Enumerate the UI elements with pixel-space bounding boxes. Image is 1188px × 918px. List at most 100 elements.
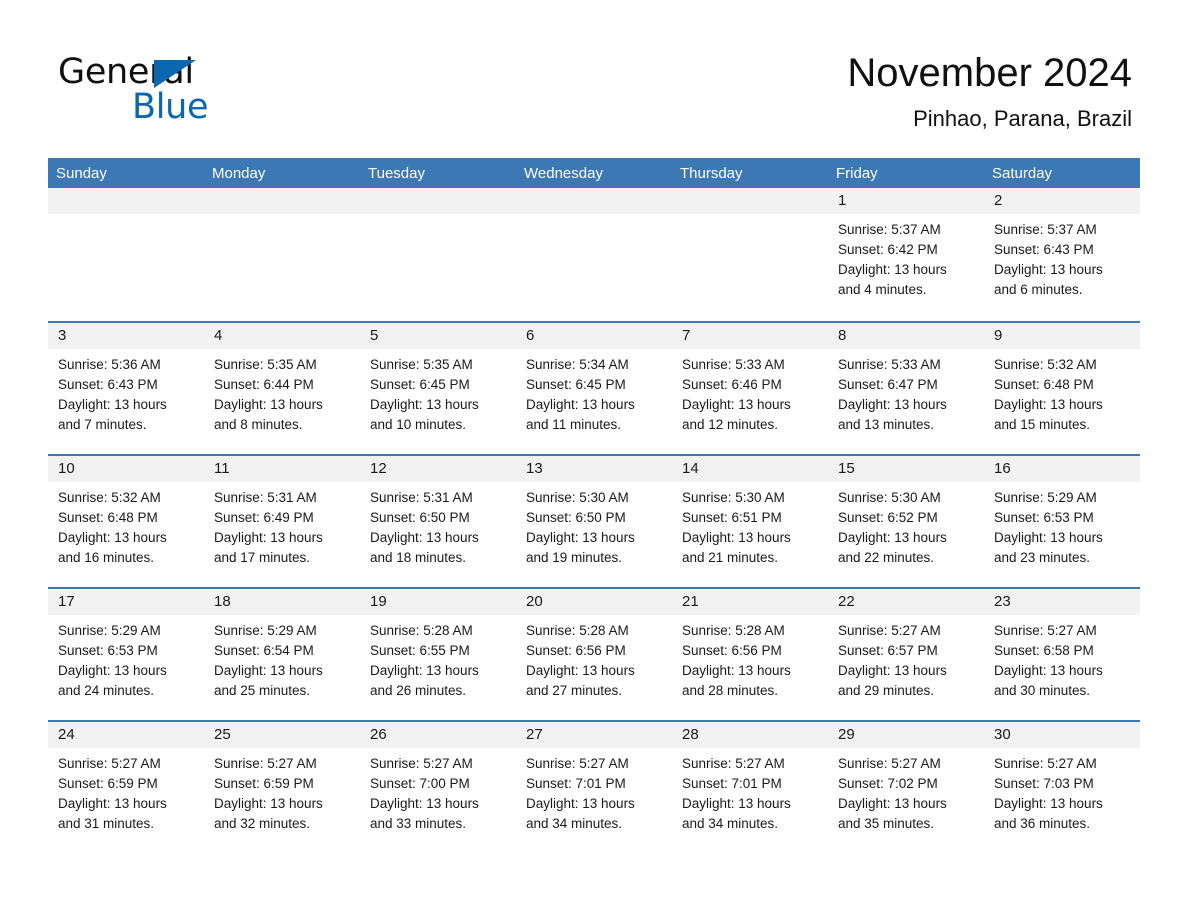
day-box[interactable]: 15 Sunrise: 5:30 AM Sunset: 6:52 PM Dayligh… <box>828 454 984 587</box>
empty-day-number-band <box>516 188 672 214</box>
day-box[interactable]: 5 Sunrise: 5:35 AM Sunset: 6:45 PM Daylight… <box>360 321 516 454</box>
daylight-text-line2: and 34 minutes. <box>682 816 779 831</box>
sunrise-text: Sunrise: 5:29 AM <box>58 623 161 638</box>
calendar-week-row: 24 Sunrise: 5:27 AM Sunset: 6:59 PM Dayligh… <box>48 720 1140 853</box>
daylight-text-line1: Daylight: 13 hours <box>214 796 323 811</box>
day-box[interactable]: 14 Sunrise: 5:30 AM Sunset: 6:51 PM Dayligh… <box>672 454 828 587</box>
day-box[interactable]: 16 Sunrise: 5:29 AM Sunset: 6:53 PM Dayligh… <box>984 454 1140 587</box>
sunset-text: Sunset: 6:45 PM <box>526 377 626 392</box>
day-number: 10 <box>48 456 204 482</box>
calendar-day-cell[interactable]: 9 Sunrise: 5:32 AM Sunset: 6:48 PM Daylight… <box>984 321 1140 454</box>
day-box[interactable]: 30 Sunrise: 5:27 AM Sunset: 7:03 PM Dayligh… <box>984 720 1140 853</box>
calendar-empty-cell <box>48 188 204 321</box>
calendar-empty-cell <box>360 188 516 321</box>
day-box[interactable]: 18 Sunrise: 5:29 AM Sunset: 6:54 PM Dayligh… <box>204 587 360 720</box>
calendar-day-cell[interactable]: 12 Sunrise: 5:31 AM Sunset: 6:50 PM Dayligh… <box>360 454 516 587</box>
calendar-day-cell[interactable]: 23 Sunrise: 5:27 AM Sunset: 6:58 PM Dayligh… <box>984 587 1140 720</box>
day-info: Sunrise: 5:30 AM Sunset: 6:51 PM Daylight:… <box>672 482 828 568</box>
day-number: 28 <box>672 722 828 748</box>
day-box[interactable]: 19 Sunrise: 5:28 AM Sunset: 6:55 PM Dayligh… <box>360 587 516 720</box>
day-box[interactable]: 6 Sunrise: 5:34 AM Sunset: 6:45 PM Daylight… <box>516 321 672 454</box>
day-info: Sunrise: 5:35 AM Sunset: 6:45 PM Daylight:… <box>360 349 516 435</box>
calendar-day-cell[interactable]: 10 Sunrise: 5:32 AM Sunset: 6:48 PM Dayligh… <box>48 454 204 587</box>
calendar-day-cell[interactable]: 21 Sunrise: 5:28 AM Sunset: 6:56 PM Dayligh… <box>672 587 828 720</box>
calendar-day-cell[interactable]: 26 Sunrise: 5:27 AM Sunset: 7:00 PM Dayligh… <box>360 720 516 853</box>
day-box[interactable]: 23 Sunrise: 5:27 AM Sunset: 6:58 PM Dayligh… <box>984 587 1140 720</box>
calendar-day-cell[interactable]: 2 Sunrise: 5:37 AM Sunset: 6:43 PM Daylight… <box>984 188 1140 321</box>
day-box[interactable]: 4 Sunrise: 5:35 AM Sunset: 6:44 PM Daylight… <box>204 321 360 454</box>
day-box[interactable]: 24 Sunrise: 5:27 AM Sunset: 6:59 PM Dayligh… <box>48 720 204 853</box>
sunrise-text: Sunrise: 5:28 AM <box>370 623 473 638</box>
day-box[interactable]: 8 Sunrise: 5:33 AM Sunset: 6:47 PM Daylight… <box>828 321 984 454</box>
day-number: 11 <box>204 456 360 482</box>
calendar-day-cell[interactable]: 6 Sunrise: 5:34 AM Sunset: 6:45 PM Daylight… <box>516 321 672 454</box>
calendar-day-cell[interactable]: 4 Sunrise: 5:35 AM Sunset: 6:44 PM Daylight… <box>204 321 360 454</box>
calendar-day-cell[interactable]: 8 Sunrise: 5:33 AM Sunset: 6:47 PM Daylight… <box>828 321 984 454</box>
daylight-text-line1: Daylight: 13 hours <box>214 530 323 545</box>
calendar-day-cell[interactable]: 3 Sunrise: 5:36 AM Sunset: 6:43 PM Daylight… <box>48 321 204 454</box>
sunset-text: Sunset: 6:46 PM <box>682 377 782 392</box>
day-box[interactable]: 1 Sunrise: 5:37 AM Sunset: 6:42 PM Daylight… <box>828 188 984 321</box>
calendar-day-cell[interactable]: 16 Sunrise: 5:29 AM Sunset: 6:53 PM Dayligh… <box>984 454 1140 587</box>
sunset-text: Sunset: 6:51 PM <box>682 510 782 525</box>
day-info: Sunrise: 5:30 AM Sunset: 6:52 PM Daylight:… <box>828 482 984 568</box>
day-box[interactable]: 10 Sunrise: 5:32 AM Sunset: 6:48 PM Dayligh… <box>48 454 204 587</box>
day-box[interactable]: 29 Sunrise: 5:27 AM Sunset: 7:02 PM Dayligh… <box>828 720 984 853</box>
calendar-day-cell[interactable]: 14 Sunrise: 5:30 AM Sunset: 6:51 PM Dayligh… <box>672 454 828 587</box>
calendar-day-cell[interactable]: 24 Sunrise: 5:27 AM Sunset: 6:59 PM Dayligh… <box>48 720 204 853</box>
empty-day-box <box>516 188 672 321</box>
calendar-day-cell[interactable]: 20 Sunrise: 5:28 AM Sunset: 6:56 PM Dayligh… <box>516 587 672 720</box>
day-box[interactable]: 20 Sunrise: 5:28 AM Sunset: 6:56 PM Dayligh… <box>516 587 672 720</box>
daylight-text-line2: and 4 minutes. <box>838 282 927 297</box>
calendar-week-row: 3 Sunrise: 5:36 AM Sunset: 6:43 PM Daylight… <box>48 321 1140 454</box>
day-number: 20 <box>516 589 672 615</box>
day-box[interactable]: 9 Sunrise: 5:32 AM Sunset: 6:48 PM Daylight… <box>984 321 1140 454</box>
daylight-text-line2: and 25 minutes. <box>214 683 311 698</box>
sunrise-text: Sunrise: 5:27 AM <box>214 756 317 771</box>
daylight-text-line2: and 15 minutes. <box>994 417 1091 432</box>
day-box[interactable]: 26 Sunrise: 5:27 AM Sunset: 7:00 PM Dayligh… <box>360 720 516 853</box>
calendar-day-cell[interactable]: 1 Sunrise: 5:37 AM Sunset: 6:42 PM Daylight… <box>828 188 984 321</box>
day-box[interactable]: 22 Sunrise: 5:27 AM Sunset: 6:57 PM Dayligh… <box>828 587 984 720</box>
calendar-day-cell[interactable]: 13 Sunrise: 5:30 AM Sunset: 6:50 PM Dayligh… <box>516 454 672 587</box>
daylight-text-line2: and 23 minutes. <box>994 550 1091 565</box>
calendar-day-cell[interactable]: 15 Sunrise: 5:30 AM Sunset: 6:52 PM Dayligh… <box>828 454 984 587</box>
calendar-day-cell[interactable]: 27 Sunrise: 5:27 AM Sunset: 7:01 PM Dayligh… <box>516 720 672 853</box>
sunset-text: Sunset: 6:55 PM <box>370 643 470 658</box>
calendar-day-cell[interactable]: 7 Sunrise: 5:33 AM Sunset: 6:46 PM Daylight… <box>672 321 828 454</box>
day-box[interactable]: 25 Sunrise: 5:27 AM Sunset: 6:59 PM Dayligh… <box>204 720 360 853</box>
day-box[interactable]: 11 Sunrise: 5:31 AM Sunset: 6:49 PM Dayligh… <box>204 454 360 587</box>
sunset-text: Sunset: 6:58 PM <box>994 643 1094 658</box>
day-number: 19 <box>360 589 516 615</box>
calendar-day-cell[interactable]: 30 Sunrise: 5:27 AM Sunset: 7:03 PM Dayligh… <box>984 720 1140 853</box>
day-box[interactable]: 13 Sunrise: 5:30 AM Sunset: 6:50 PM Dayligh… <box>516 454 672 587</box>
general-blue-logo[interactable]: General Blue <box>58 52 318 132</box>
day-box[interactable]: 12 Sunrise: 5:31 AM Sunset: 6:50 PM Dayligh… <box>360 454 516 587</box>
day-box[interactable]: 28 Sunrise: 5:27 AM Sunset: 7:01 PM Dayligh… <box>672 720 828 853</box>
calendar-day-cell[interactable]: 25 Sunrise: 5:27 AM Sunset: 6:59 PM Dayligh… <box>204 720 360 853</box>
daylight-text-line1: Daylight: 13 hours <box>994 262 1103 277</box>
sunrise-text: Sunrise: 5:27 AM <box>994 623 1097 638</box>
calendar-day-cell[interactable]: 19 Sunrise: 5:28 AM Sunset: 6:55 PM Dayligh… <box>360 587 516 720</box>
calendar-day-cell[interactable]: 28 Sunrise: 5:27 AM Sunset: 7:01 PM Dayligh… <box>672 720 828 853</box>
day-number: 4 <box>204 323 360 349</box>
daylight-text-line1: Daylight: 13 hours <box>58 796 167 811</box>
calendar-day-cell[interactable]: 29 Sunrise: 5:27 AM Sunset: 7:02 PM Dayligh… <box>828 720 984 853</box>
day-info: Sunrise: 5:27 AM Sunset: 7:00 PM Daylight:… <box>360 748 516 834</box>
calendar-day-cell[interactable]: 11 Sunrise: 5:31 AM Sunset: 6:49 PM Dayligh… <box>204 454 360 587</box>
calendar-day-cell[interactable]: 5 Sunrise: 5:35 AM Sunset: 6:45 PM Daylight… <box>360 321 516 454</box>
day-box[interactable]: 3 Sunrise: 5:36 AM Sunset: 6:43 PM Daylight… <box>48 321 204 454</box>
sunset-text: Sunset: 6:49 PM <box>214 510 314 525</box>
day-box[interactable]: 7 Sunrise: 5:33 AM Sunset: 6:46 PM Daylight… <box>672 321 828 454</box>
calendar-day-cell[interactable]: 17 Sunrise: 5:29 AM Sunset: 6:53 PM Dayligh… <box>48 587 204 720</box>
day-box[interactable]: 2 Sunrise: 5:37 AM Sunset: 6:43 PM Daylight… <box>984 188 1140 321</box>
calendar-day-cell[interactable]: 22 Sunrise: 5:27 AM Sunset: 6:57 PM Dayligh… <box>828 587 984 720</box>
day-box[interactable]: 21 Sunrise: 5:28 AM Sunset: 6:56 PM Dayligh… <box>672 587 828 720</box>
weekday-header-saturday: Saturday <box>984 158 1140 188</box>
day-box[interactable]: 27 Sunrise: 5:27 AM Sunset: 7:01 PM Dayligh… <box>516 720 672 853</box>
sunset-text: Sunset: 6:42 PM <box>838 242 938 257</box>
day-box[interactable]: 17 Sunrise: 5:29 AM Sunset: 6:53 PM Dayligh… <box>48 587 204 720</box>
day-number: 7 <box>672 323 828 349</box>
calendar-day-cell[interactable]: 18 Sunrise: 5:29 AM Sunset: 6:54 PM Dayligh… <box>204 587 360 720</box>
weekday-header-tuesday: Tuesday <box>360 158 516 188</box>
